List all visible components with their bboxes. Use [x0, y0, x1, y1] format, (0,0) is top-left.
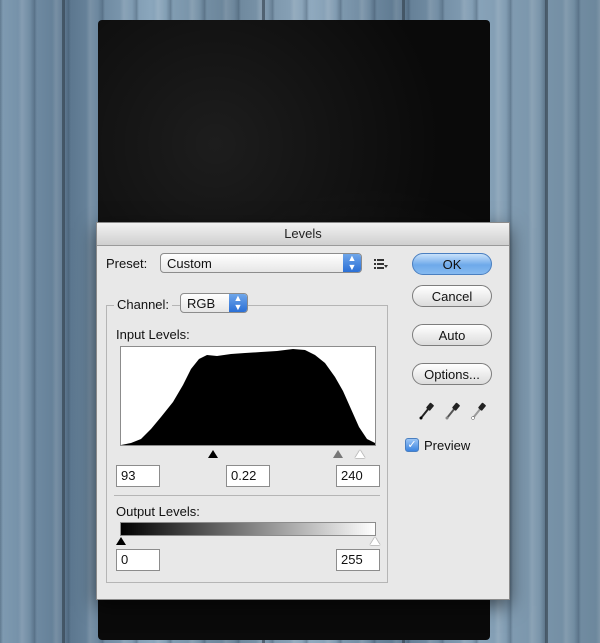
preset-select[interactable]: Custom ▲ ▼ — [160, 253, 362, 273]
channel-value: RGB — [187, 296, 216, 311]
select-arrows-icon: ▲ ▼ — [343, 254, 361, 272]
select-arrows-icon: ▲ ▼ — [229, 294, 247, 312]
options-button[interactable]: Options... — [412, 363, 492, 385]
dialog-title: Levels — [97, 223, 509, 246]
output-black-field[interactable]: 0 — [116, 549, 160, 571]
preset-label: Preset: — [106, 256, 148, 271]
plank-gap — [545, 0, 548, 643]
gray-eyedropper-icon[interactable] — [444, 402, 460, 420]
histogram-graph — [121, 349, 375, 445]
input-levels-label: Input Levels: — [116, 327, 190, 342]
divider — [114, 495, 380, 496]
auto-button[interactable]: Auto — [412, 324, 492, 346]
output-gradient-bar — [120, 522, 376, 536]
input-black-field[interactable]: 93 — [116, 465, 160, 487]
input-white-slider[interactable] — [355, 450, 365, 458]
black-eyedropper-icon[interactable] — [418, 402, 434, 420]
cancel-button[interactable]: Cancel — [412, 285, 492, 307]
preview-label: Preview — [424, 438, 471, 453]
preset-value: Custom — [167, 256, 212, 271]
input-black-slider[interactable] — [208, 450, 218, 458]
list-menu-icon[interactable] — [374, 257, 388, 269]
output-white-slider[interactable] — [370, 537, 380, 545]
white-eyedropper-icon[interactable] — [470, 402, 486, 420]
output-white-field[interactable]: 255 — [336, 549, 380, 571]
output-black-slider[interactable] — [116, 537, 126, 545]
plank-gap — [62, 0, 65, 643]
ok-button[interactable]: OK — [412, 253, 492, 275]
histogram — [120, 346, 376, 446]
input-gamma-field[interactable]: 0.22 — [226, 465, 270, 487]
preview-checkbox[interactable]: ✓ — [405, 438, 419, 452]
input-gamma-slider[interactable] — [333, 450, 343, 458]
channel-select[interactable]: RGB ▲ ▼ — [180, 293, 248, 313]
output-levels-label: Output Levels: — [116, 504, 200, 519]
input-white-field[interactable]: 240 — [336, 465, 380, 487]
channel-label: Channel: — [114, 297, 173, 312]
